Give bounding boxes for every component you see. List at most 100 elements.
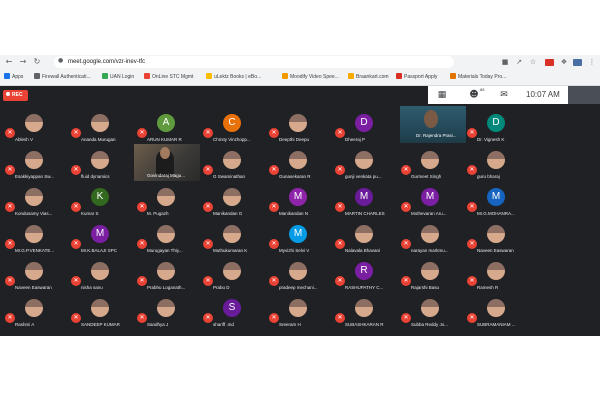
participant-tile[interactable]: ✕ Gurmeet Singh <box>399 151 469 183</box>
participant-tile[interactable]: ✕ Mr.G.P.VENKATE... <box>3 225 73 257</box>
participant-avatar: A <box>157 114 175 132</box>
participant-tile[interactable]: ✕ Prabhu Loganath... <box>135 262 205 294</box>
reload-icon[interactable]: ↻ <box>32 57 42 67</box>
participant-tile[interactable]: C ✕ Christy Vinzhopp... <box>201 114 271 146</box>
participant-tile[interactable]: ✕ pradeep mechani... <box>267 262 337 294</box>
bookmark-item[interactable]: Moodify Video Spee... <box>282 73 339 82</box>
participant-avatar <box>91 114 109 132</box>
participant-tile[interactable]: ✕ Deepthi Deepu <box>267 114 337 146</box>
participant-tile[interactable]: ✕ Rajarshi Basu <box>399 262 469 294</box>
participant-tile[interactable]: ✕ Muthukumaran K <box>201 225 271 257</box>
mic-muted-icon: ✕ <box>71 276 81 286</box>
participant-tile[interactable]: ✕ gunji venkata pu... <box>333 151 403 183</box>
participant-name: Prabhu Loganath... <box>147 285 186 290</box>
participant-tile[interactable]: ✕ Ablesh V <box>3 114 73 146</box>
self-view-thumbnail[interactable] <box>568 86 600 104</box>
participant-tile[interactable]: ✕ Naveen Easwaran <box>3 262 73 294</box>
participant-tile[interactable]: M ✕ Mr.G.MOHANRA... <box>465 188 535 220</box>
mic-muted-icon: ✕ <box>203 128 213 138</box>
bookmark-label: Braankart.com <box>356 74 389 80</box>
participant-tile[interactable]: ✕ Naveen Easwaran <box>465 225 535 257</box>
participant-name: Subba Reddy Jo... <box>411 322 449 327</box>
participant-count: 88 <box>480 87 485 92</box>
star-icon[interactable]: ☆ <box>528 57 538 67</box>
host-video-tile[interactable]: Dr. Rajendra Prasi... <box>400 106 466 143</box>
participant-tile[interactable]: ✕ Subba Reddy Jo... <box>399 299 469 331</box>
participant-tile[interactable]: M ✕ Myvizhi Selvi V <box>267 225 337 257</box>
back-arrow-icon[interactable]: ← <box>4 57 14 67</box>
participant-tile[interactable]: ✕ Esakkiyappan Sw... <box>3 151 73 183</box>
participant-tile[interactable]: ✕ Manikandan G <box>201 188 271 220</box>
mic-muted-icon: ✕ <box>203 276 213 286</box>
forward-arrow-icon[interactable]: → <box>18 57 28 67</box>
participant-tile[interactable]: ✕ G Swaminathan <box>201 151 271 183</box>
participant-avatar <box>487 151 505 169</box>
participant-tile[interactable]: ✕ Nalavala Bhavani <box>333 225 403 257</box>
participant-name: SUBASHKARAN R <box>345 322 384 327</box>
participant-avatar: C <box>223 114 241 132</box>
bookmark-label: uLektz Books | eBo... <box>214 74 262 80</box>
participant-tile[interactable] <box>69 299 139 331</box>
participant-tile[interactable]: ✕ Gunasekaran R <box>267 151 337 183</box>
address-bar[interactable]: ● meet.google.com/vzr-inev-tfc <box>54 56 454 68</box>
people-icon[interactable]: ☻ <box>468 89 480 101</box>
share-icon[interactable]: ↗ <box>514 57 524 67</box>
participant-tile[interactable]: D ✕ Dr. Vignesh K <box>465 114 535 146</box>
active-video-tile[interactable]: Govindaraj Magu... <box>134 144 200 181</box>
participant-tile[interactable]: ✕ nisha sanu <box>69 262 139 294</box>
participant-tile[interactable]: ✕ M. Pugazh <box>135 188 205 220</box>
participant-tile[interactable]: ✕ SUBRAMANIAM ... <box>465 299 535 331</box>
participant-tile[interactable]: M ✕ MARTIN CHARLES <box>333 188 403 220</box>
mic-muted-icon: ✕ <box>269 165 279 175</box>
participant-tile[interactable]: ✕ fluid dynamics <box>69 151 139 183</box>
bookmark-item[interactable]: UAN Login <box>102 73 134 82</box>
participant-avatar <box>25 114 43 132</box>
participant-tile[interactable]: ✕ Murugayan Thiy... <box>135 225 205 257</box>
bookmark-item[interactable]: Apps <box>4 73 23 82</box>
bookmark-favicon-icon <box>282 73 288 79</box>
participant-tile[interactable]: M ✕ Mr.K.BALAJI SPC <box>69 225 139 257</box>
participant-tile[interactable] <box>3 299 73 331</box>
mic-muted-icon: ✕ <box>401 239 411 249</box>
participant-tile[interactable]: ✕ Ramesh R <box>465 262 535 294</box>
bookmark-item[interactable]: OnLine STC Mgmt <box>144 73 193 82</box>
participant-tile[interactable]: ✕ Ananda Murugan <box>69 114 139 146</box>
participant-tile[interactable] <box>201 299 271 331</box>
participant-avatar: M <box>289 188 307 206</box>
participant-tile[interactable]: K ✕ Kumar S <box>69 188 139 220</box>
participant-tile[interactable]: ✕ Kondusamy Vias... <box>3 188 73 220</box>
participant-tile[interactable]: R ✕ RASHUPATHY C... <box>333 262 403 294</box>
participant-tile[interactable]: D ✕ Dheeraj P <box>333 114 403 146</box>
participant-avatar <box>223 262 241 280</box>
participant-avatar <box>289 151 307 169</box>
bookmark-item[interactable]: Passport Apply <box>396 73 437 82</box>
mic-muted-icon: ✕ <box>467 165 477 175</box>
bookmark-item[interactable]: uLektz Books | eBo... <box>206 73 261 82</box>
participant-tile[interactable]: M ✕ Mothevaran Aru... <box>399 188 469 220</box>
bookmark-item[interactable]: Materials Today Pro... <box>450 73 506 82</box>
mic-muted-icon: ✕ <box>137 128 147 138</box>
grid-layout-icon[interactable]: ▦ <box>436 89 448 101</box>
bookmark-item[interactable]: Firewall Authenticati... <box>34 73 91 82</box>
mic-muted-icon: ✕ <box>5 276 15 286</box>
participant-tile[interactable] <box>135 299 205 331</box>
extension-icon[interactable] <box>545 59 554 66</box>
camera-permission-icon[interactable]: ■ <box>500 57 510 67</box>
participant-tile[interactable]: ✕ narayan markmu... <box>399 225 469 257</box>
menu-icon[interactable]: ⋮ <box>587 57 597 67</box>
participant-tile[interactable]: M ✕ Manikandan N <box>267 188 337 220</box>
mic-muted-icon: ✕ <box>137 239 147 249</box>
participant-tile[interactable]: ✕ guru bharaj <box>465 151 535 183</box>
mic-muted-icon: ✕ <box>71 202 81 212</box>
participant-tile[interactable]: A ✕ ARUN KUMAR R <box>135 114 205 146</box>
puzzle-icon[interactable]: ❖ <box>559 57 569 67</box>
participant-tile[interactable]: ✕ SUBASHKARAN R <box>333 299 403 331</box>
bookmark-favicon-icon <box>102 73 108 79</box>
participant-tile[interactable] <box>267 299 337 331</box>
address-row: ← → ↻ ● meet.google.com/vzr-inev-tfc ■ ↗… <box>0 55 600 70</box>
bookmark-item[interactable]: Braankart.com <box>348 73 389 82</box>
mic-muted-icon: ✕ <box>401 313 411 323</box>
chat-icon[interactable]: ✉ <box>498 89 510 101</box>
participant-tile[interactable]: ✕ Prabu D <box>201 262 271 294</box>
profile-avatar-icon[interactable] <box>573 59 582 66</box>
